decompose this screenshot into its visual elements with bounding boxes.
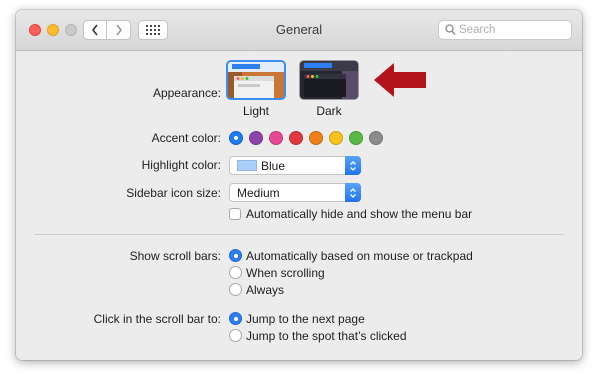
accent-color-swatch[interactable] <box>289 131 303 145</box>
accent-color-swatch[interactable] <box>309 131 323 145</box>
chevron-up-down-icon <box>350 160 356 171</box>
search-placeholder: Search <box>459 24 496 36</box>
sidebar-icon-size-value: Medium <box>237 186 280 200</box>
scroll-bars-always-label: Always <box>246 283 285 297</box>
appearance-light-label: Light <box>242 104 270 118</box>
search-field[interactable]: Search <box>438 20 572 40</box>
appearance-light-option[interactable] <box>226 60 286 100</box>
scroll-bars-auto-label: Automatically based on mouse or trackpad <box>246 249 473 263</box>
scroll-bars-when-scrolling-label: When scrolling <box>246 266 325 280</box>
annotation-arrow-icon <box>374 63 426 97</box>
accent-color-swatch[interactable] <box>369 131 383 145</box>
accent-color-swatch[interactable] <box>229 131 243 145</box>
sidebar-icon-size-label: Sidebar icon size: <box>126 186 221 200</box>
title-bar: General Search <box>16 10 582 51</box>
popup-stepper <box>345 156 361 175</box>
accent-color-swatch[interactable] <box>329 131 343 145</box>
scroll-bars-auto-radio[interactable] <box>229 249 242 262</box>
highlight-color-swatch <box>237 160 257 171</box>
dark-mode-preview <box>300 61 358 99</box>
popup-stepper <box>345 183 361 202</box>
accent-color-swatch[interactable] <box>269 131 283 145</box>
appearance-dark-label: Dark <box>316 104 342 118</box>
jump-to-spot-label: Jump to the spot that’s clicked <box>246 329 407 343</box>
section-divider <box>34 234 564 235</box>
show-scroll-bars-label: Show scroll bars: <box>129 249 221 263</box>
appearance-label: Appearance: <box>152 86 221 100</box>
scroll-bars-when-scrolling-radio[interactable] <box>229 266 242 279</box>
accent-color-swatch[interactable] <box>349 131 363 145</box>
accent-color-label: Accent color: <box>151 131 221 145</box>
highlight-color-popup[interactable]: Blue <box>229 156 361 175</box>
auto-hide-menu-bar-checkbox[interactable] <box>229 208 241 220</box>
chevron-up-down-icon <box>350 187 356 198</box>
jump-to-spot-radio[interactable] <box>229 329 242 342</box>
light-mode-preview <box>228 62 284 98</box>
sidebar-icon-size-popup[interactable]: Medium <box>229 183 361 202</box>
auto-hide-menu-bar-label: Automatically hide and show the menu bar <box>246 207 473 221</box>
jump-next-page-radio[interactable] <box>229 312 242 325</box>
highlight-color-label: Highlight color: <box>141 158 221 172</box>
selected-dot <box>234 136 238 140</box>
appearance-dark-option[interactable] <box>299 60 359 100</box>
jump-next-page-label: Jump to the next page <box>246 312 365 326</box>
preferences-window: General Search Appearance: Light Dark Ac… <box>16 10 582 360</box>
scroll-bars-always-radio[interactable] <box>229 283 242 296</box>
search-icon <box>445 24 456 35</box>
click-scroll-bar-label: Click in the scroll bar to: <box>93 312 221 326</box>
accent-color-swatch[interactable] <box>249 131 263 145</box>
highlight-color-value: Blue <box>261 159 286 173</box>
